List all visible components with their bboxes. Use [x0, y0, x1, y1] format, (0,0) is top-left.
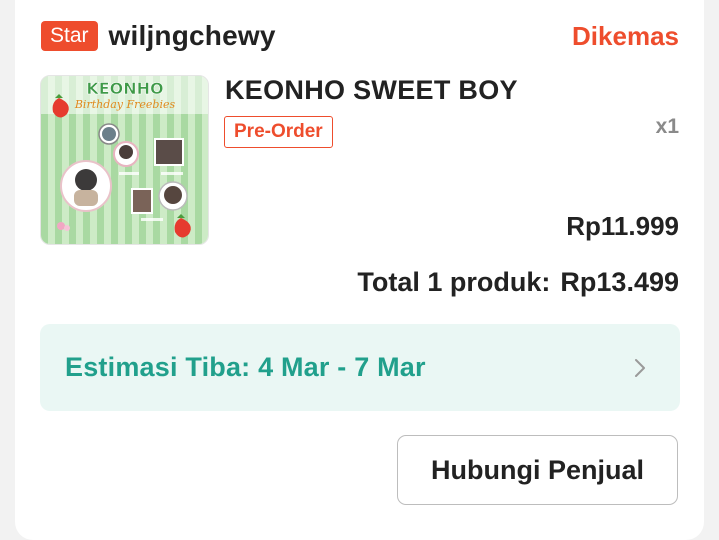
preorder-tag: Pre-Order [224, 116, 333, 148]
product-quantity: x1 [655, 115, 679, 138]
order-total: Total 1 produk: Rp13.499 [357, 267, 679, 298]
star-seller-badge: Star [41, 21, 98, 51]
product-price: Rp11.999 [566, 211, 679, 241]
delivery-estimate-label: Estimasi Tiba: 4 Mar - 7 Mar [65, 352, 426, 382]
thumbnail-subtitle: Birthday Freebies [74, 98, 176, 111]
order-status: Dikemas [572, 20, 679, 51]
product-thumbnail-image: KEONHO Birthday Freebies [41, 76, 208, 244]
product-thumbnail[interactable]: KEONHO Birthday Freebies [40, 75, 209, 245]
order-total-label: Total 1 produk: [357, 267, 551, 297]
product-title[interactable]: KEONHO SWEET BOY [225, 75, 518, 106]
delivery-estimate[interactable]: Estimasi Tiba: 4 Mar - 7 Mar [40, 324, 680, 411]
chevron-right-icon [635, 358, 645, 377]
shop-header[interactable]: Star wiljngchewy Dikemas [41, 18, 679, 54]
thumbnail-title: KEONHO [86, 79, 163, 98]
shop-name[interactable]: wiljngchewy [109, 20, 276, 52]
order-total-amount: Rp13.499 [560, 267, 679, 297]
contact-seller-button[interactable]: Hubungi Penjual [397, 435, 678, 505]
